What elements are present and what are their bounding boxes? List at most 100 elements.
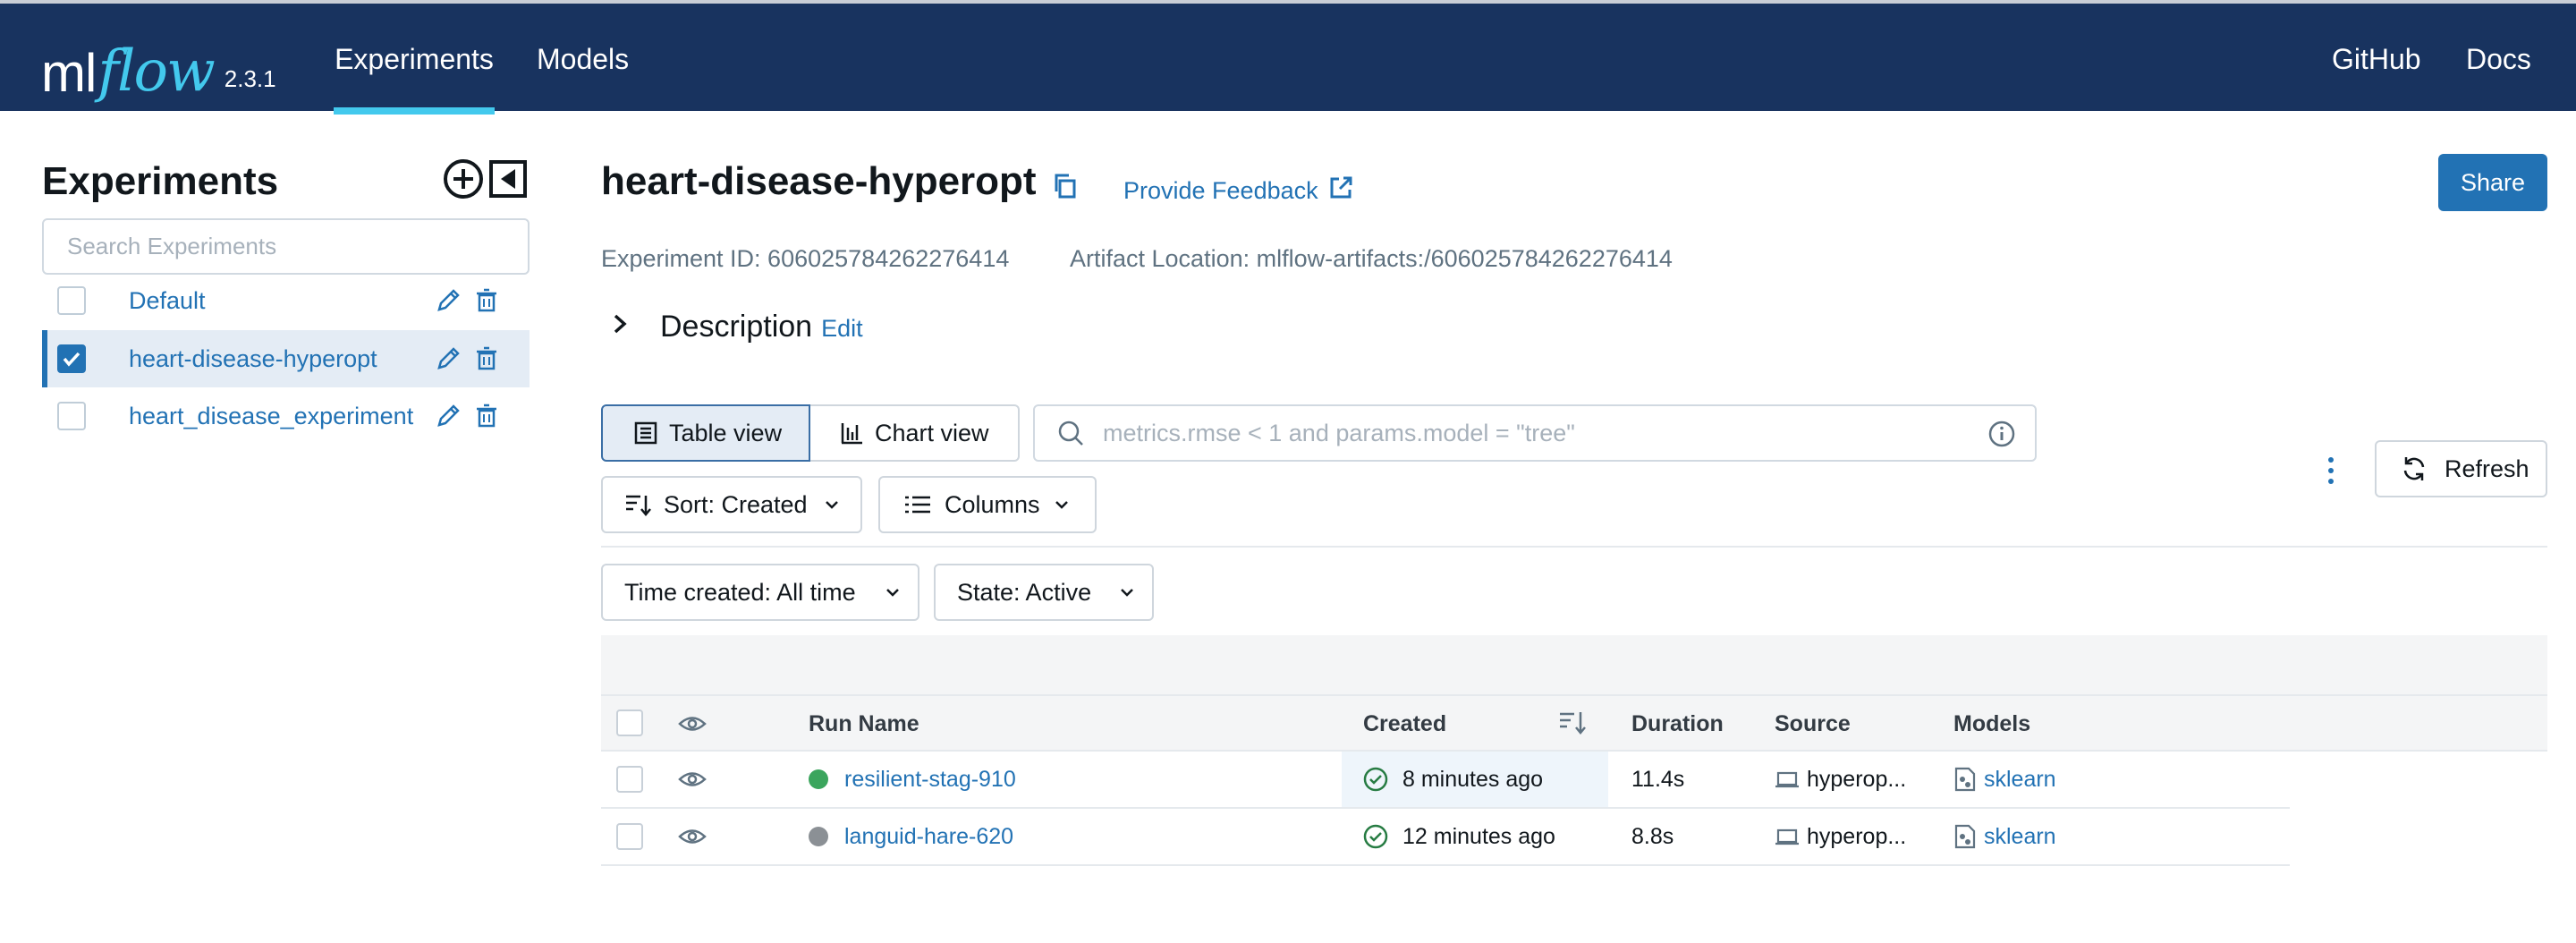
- run-name-link[interactable]: languid-hare-620: [844, 824, 1013, 850]
- experiment-item-heart-disease-hyperopt[interactable]: heart-disease-hyperopt: [42, 330, 530, 387]
- run-search-placeholder: metrics.rmse < 1 and params.model = "tre…: [1103, 419, 1575, 446]
- laptop-icon: [1775, 826, 1800, 847]
- collapse-sidebar-icon[interactable]: [487, 157, 530, 205]
- eye-icon[interactable]: [678, 752, 707, 807]
- toolbar-divider: [601, 546, 2547, 548]
- column-header-created[interactable]: Created: [1363, 711, 1446, 737]
- experiment-checkbox-checked[interactable]: [57, 344, 86, 373]
- check-circle-icon: [1363, 824, 1388, 849]
- experiment-item-default[interactable]: Default: [42, 272, 530, 329]
- description-edit-link[interactable]: Edit: [821, 315, 863, 343]
- edit-pencil-icon[interactable]: [434, 402, 462, 435]
- info-icon[interactable]: [1988, 421, 2015, 447]
- version-label: 2.3.1: [224, 65, 276, 92]
- external-link-icon: [1327, 174, 1354, 208]
- eye-icon[interactable]: [678, 710, 707, 742]
- experiment-item-heart-disease-experiment[interactable]: heart_disease_experiment: [42, 387, 530, 445]
- nav-tab-experiments[interactable]: Experiments: [334, 4, 495, 115]
- share-button[interactable]: Share: [2438, 154, 2547, 211]
- table-icon: [633, 421, 658, 446]
- sidebar-title: Experiments: [42, 159, 279, 203]
- sort-dropdown[interactable]: Sort: Created: [601, 476, 862, 533]
- sidebar-actions: [442, 157, 530, 205]
- eye-icon[interactable]: [678, 809, 707, 864]
- top-nav-bar: ml flow 2.3.1 Experiments Models GitHub …: [0, 0, 2576, 115]
- model-link[interactable]: sklearn: [1984, 824, 2056, 850]
- laptop-icon: [1775, 769, 1800, 790]
- model-icon: [1953, 823, 1977, 850]
- chart-view-button[interactable]: Chart view: [810, 404, 1020, 462]
- edit-pencil-icon[interactable]: [434, 344, 462, 378]
- column-header-duration[interactable]: Duration: [1631, 711, 1724, 737]
- state-filter-label: State: Active: [957, 578, 1092, 606]
- experiment-checkbox[interactable]: [57, 286, 86, 315]
- table-view-button[interactable]: Table view: [601, 404, 810, 462]
- run-name-link[interactable]: resilient-stag-910: [844, 767, 1016, 793]
- search-experiments-input[interactable]: Search Experiments: [42, 218, 530, 275]
- row-checkbox[interactable]: [616, 766, 643, 793]
- edit-pencil-icon[interactable]: [434, 286, 462, 319]
- source-value[interactable]: hyperop...: [1807, 767, 1906, 793]
- table-group-header: [601, 635, 2547, 694]
- logo-flow-text: flow: [97, 38, 215, 105]
- artifact-location: Artifact Location: mlflow-artifacts:/606…: [1070, 245, 1673, 272]
- column-header-run-name[interactable]: Run Name: [809, 711, 919, 737]
- sort-descending-icon[interactable]: [1558, 709, 1589, 742]
- chevron-down-icon: [823, 496, 841, 514]
- chevron-down-icon: [1118, 583, 1136, 601]
- description-label[interactable]: Description: [660, 310, 812, 344]
- mlflow-logo[interactable]: ml flow 2.3.1: [41, 29, 276, 100]
- experiment-checkbox[interactable]: [57, 402, 86, 430]
- run-search-input[interactable]: metrics.rmse < 1 and params.model = "tre…: [1033, 404, 2037, 462]
- table-header-row: Run Name Created Duration Source Models: [601, 694, 2547, 752]
- chevron-down-icon: [1053, 496, 1071, 514]
- chevron-down-icon: [884, 583, 902, 601]
- table-row[interactable]: resilient-stag-910 8 minutes ago 11.4s h…: [601, 752, 2290, 809]
- trash-icon[interactable]: [475, 346, 498, 376]
- trash-icon[interactable]: [475, 404, 498, 433]
- created-value[interactable]: 12 minutes ago: [1402, 824, 1555, 850]
- status-dot-finished: [809, 769, 828, 789]
- columns-dropdown[interactable]: Columns: [878, 476, 1097, 533]
- add-experiment-icon[interactable]: [442, 157, 485, 205]
- column-header-source[interactable]: Source: [1775, 711, 1851, 737]
- logo-ml-text: ml: [41, 43, 97, 103]
- sort-icon: [624, 492, 653, 517]
- time-created-filter[interactable]: Time created: All time: [601, 564, 919, 621]
- nav-tab-models[interactable]: Models: [537, 4, 629, 115]
- experiment-title: heart-disease-hyperopt: [601, 159, 1037, 203]
- model-link[interactable]: sklearn: [1984, 767, 2056, 793]
- table-row[interactable]: languid-hare-620 12 minutes ago 8.8s hyp…: [601, 809, 2290, 866]
- state-filter[interactable]: State: Active: [934, 564, 1154, 621]
- status-dot-killed: [809, 827, 828, 846]
- github-link[interactable]: GitHub: [2332, 4, 2421, 115]
- search-icon: [1056, 419, 1085, 447]
- created-value[interactable]: 8 minutes ago: [1402, 767, 1543, 793]
- refresh-label: Refresh: [2445, 455, 2529, 482]
- trash-icon[interactable]: [475, 288, 498, 318]
- experiment-name[interactable]: Default: [129, 287, 206, 315]
- select-all-checkbox[interactable]: [616, 709, 643, 736]
- refresh-button[interactable]: Refresh: [2375, 440, 2547, 497]
- more-options-icon[interactable]: [2322, 453, 2340, 493]
- row-checkbox[interactable]: [616, 823, 643, 850]
- experiment-name[interactable]: heart_disease_experiment: [129, 403, 413, 430]
- provide-feedback-link[interactable]: Provide Feedback: [1123, 174, 1354, 208]
- duration-value: 11.4s: [1631, 766, 1685, 792]
- columns-label: Columns: [945, 490, 1040, 518]
- source-value[interactable]: hyperop...: [1807, 824, 1906, 850]
- sort-label: Sort: Created: [664, 490, 808, 518]
- check-circle-icon: [1363, 767, 1388, 792]
- copy-icon[interactable]: [1051, 172, 1080, 205]
- docs-link[interactable]: Docs: [2466, 4, 2531, 115]
- experiment-id: Experiment ID: 606025784262276414: [601, 245, 1010, 272]
- provide-feedback-label: Provide Feedback: [1123, 177, 1318, 204]
- refresh-icon: [2400, 455, 2428, 483]
- column-header-models[interactable]: Models: [1953, 711, 2030, 737]
- chevron-right-icon[interactable]: [610, 312, 630, 342]
- columns-list-icon: [903, 492, 932, 517]
- description-section: Description Edit: [601, 310, 863, 344]
- duration-value: 8.8s: [1631, 823, 1674, 849]
- table-view-label: Table view: [669, 419, 783, 446]
- experiment-name[interactable]: heart-disease-hyperopt: [129, 345, 377, 373]
